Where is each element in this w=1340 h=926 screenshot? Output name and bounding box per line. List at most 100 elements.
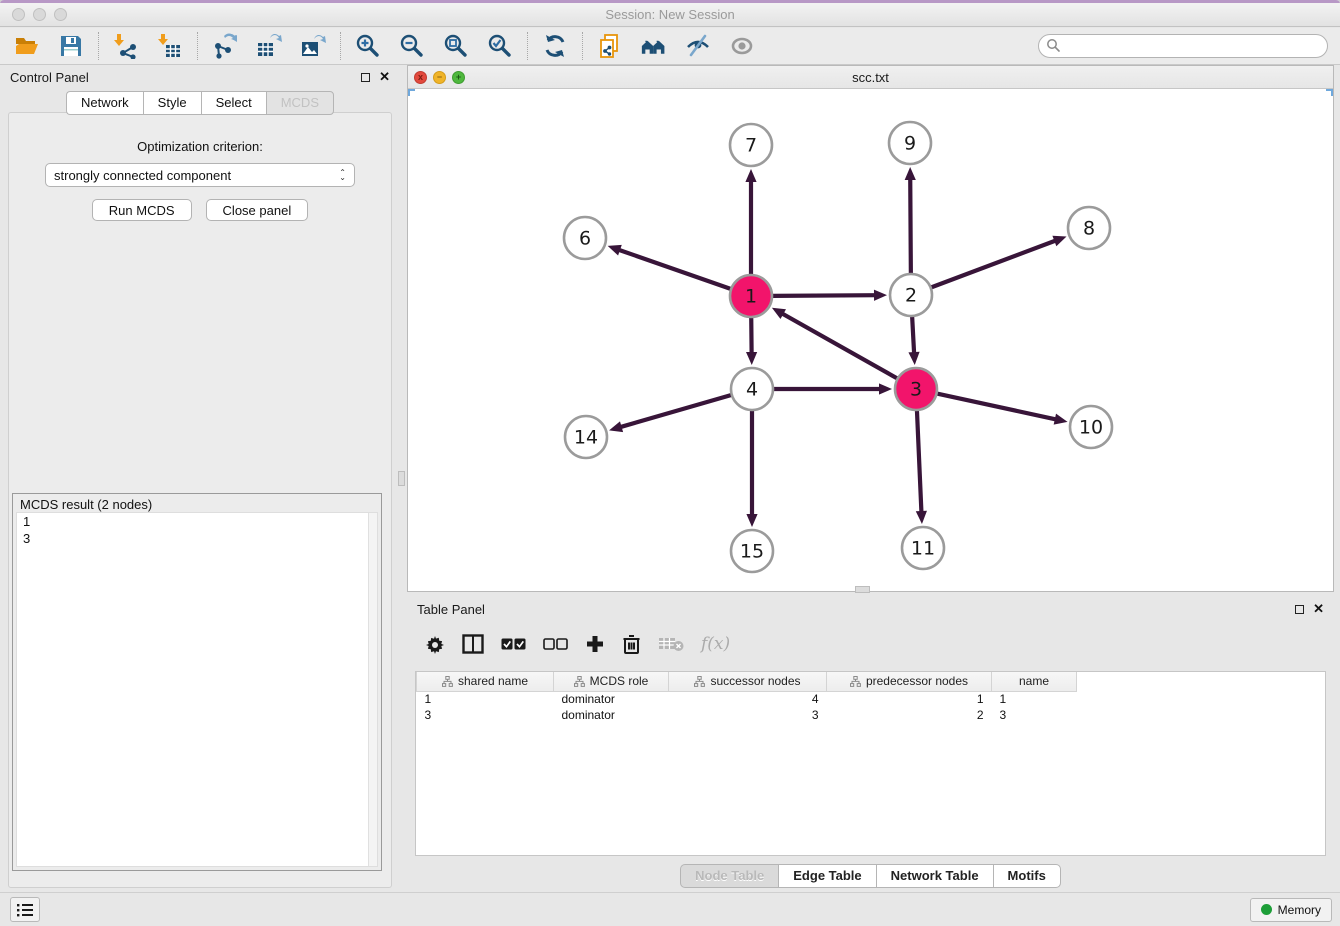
edge-arrowhead: [874, 290, 887, 301]
close-panel-button[interactable]: Close panel: [206, 199, 309, 221]
table-panel-tabs: Node TableEdge TableNetwork TableMotifs: [407, 864, 1334, 888]
criterion-dropdown-value: strongly connected component: [54, 168, 231, 183]
table-toolbar: f(x): [425, 627, 1334, 661]
export-image-icon[interactable]: [300, 33, 326, 59]
graph-edge-1-2[interactable]: [773, 295, 877, 296]
delete-table-icon[interactable]: [658, 636, 684, 652]
edge-arrowhead: [745, 169, 756, 182]
node-table[interactable]: shared nameMCDS rolesuccessor nodesprede…: [415, 671, 1326, 856]
float-panel-icon[interactable]: [1295, 605, 1304, 614]
apply-layout-icon[interactable]: [542, 33, 568, 59]
table-settings-icon[interactable]: [425, 634, 445, 654]
edge-arrowhead: [746, 352, 757, 365]
edge-arrowhead: [1054, 414, 1068, 425]
export-table-icon[interactable]: [256, 33, 282, 59]
tab-network[interactable]: Network: [66, 91, 143, 115]
hierarchy-icon: [850, 676, 861, 687]
open-session-icon[interactable]: [14, 33, 40, 59]
run-mcds-button[interactable]: Run MCDS: [92, 199, 192, 221]
delete-column-icon[interactable]: [622, 634, 641, 655]
table-row[interactable]: 3dominator323: [417, 707, 1077, 723]
import-table-icon[interactable]: [157, 33, 183, 59]
graph-edge-2-8[interactable]: [932, 240, 1058, 287]
focus-corner-icon: [408, 89, 415, 96]
search-icon: [1046, 38, 1061, 58]
toolbar-search: [1038, 34, 1328, 58]
show-all-icon[interactable]: [729, 33, 755, 59]
tab-mcds[interactable]: MCDS: [266, 91, 334, 115]
vertical-splitter-handle[interactable]: [398, 471, 405, 486]
memory-button[interactable]: Memory: [1250, 898, 1332, 922]
edge-arrowhead: [746, 514, 757, 527]
export-network-icon[interactable]: [212, 33, 238, 59]
node-label: 3: [910, 379, 922, 401]
tab-select[interactable]: Select: [201, 91, 266, 115]
tab-motifs[interactable]: Motifs: [993, 864, 1061, 888]
save-session-icon[interactable]: [58, 33, 84, 59]
table-row[interactable]: 1dominator411: [417, 691, 1077, 707]
column-header-name[interactable]: name: [992, 672, 1077, 691]
network-canvas[interactable]: 1234678910111415: [408, 89, 1333, 591]
main-toolbar: [0, 28, 1340, 65]
function-builder-icon[interactable]: f(x): [701, 634, 730, 654]
chevron-up-down-icon: ⌃⌄: [339, 170, 346, 180]
result-scrollbar[interactable]: [368, 513, 377, 866]
mcds-result-list[interactable]: 13: [16, 512, 378, 867]
task-history-button[interactable]: [10, 897, 40, 922]
graph-edge-1-6[interactable]: [617, 249, 730, 289]
search-input[interactable]: [1038, 34, 1328, 58]
column-header-shared-name[interactable]: shared name: [417, 672, 554, 691]
tab-edge-table[interactable]: Edge Table: [778, 864, 875, 888]
toggle-panes-icon[interactable]: [462, 634, 484, 654]
close-panel-icon[interactable]: ✕: [379, 72, 390, 82]
graph-edge-4-14[interactable]: [619, 395, 731, 427]
criterion-dropdown[interactable]: strongly connected component ⌃⌄: [45, 163, 355, 187]
tab-style[interactable]: Style: [143, 91, 201, 115]
network-frame-titlebar[interactable]: x − + scc.txt: [408, 66, 1333, 89]
add-column-icon[interactable]: [585, 634, 605, 654]
main-titlebar[interactable]: Session: New Session: [0, 3, 1340, 27]
zoom-selected-icon[interactable]: [487, 33, 513, 59]
edge-arrowhead: [879, 383, 892, 394]
deselect-all-checks-icon[interactable]: [543, 638, 568, 651]
tab-node-table[interactable]: Node Table: [680, 864, 778, 888]
mcds-result-group: MCDS result (2 nodes) 13: [12, 493, 382, 871]
hierarchy-icon: [574, 676, 585, 687]
node-label: 8: [1083, 218, 1095, 240]
first-neighbors-icon[interactable]: [641, 33, 667, 59]
column-header-successor-nodes[interactable]: successor nodes: [669, 672, 827, 691]
select-all-checks-icon[interactable]: [501, 638, 526, 651]
result-line: 3: [17, 530, 377, 547]
node-label: 2: [905, 285, 917, 307]
table-panel-titlebar: Table Panel ✕: [407, 597, 1334, 621]
zoom-out-icon[interactable]: [399, 33, 425, 59]
column-header-predecessor-nodes[interactable]: predecessor nodes: [827, 672, 992, 691]
hide-selected-icon[interactable]: [685, 33, 711, 59]
cytoscape-window: Session: New Session: [0, 0, 1340, 926]
import-network-icon[interactable]: [113, 33, 139, 59]
graph-edge-3-11[interactable]: [917, 411, 922, 514]
zoom-fit-icon[interactable]: [443, 33, 469, 59]
network-frame-title: scc.txt: [408, 70, 1333, 85]
graph-edge-3-1[interactable]: [781, 313, 897, 379]
graph-edge-2-9[interactable]: [910, 177, 911, 273]
table-panel: Table Panel ✕: [407, 597, 1334, 888]
network-graph[interactable]: 1234678910111415: [408, 89, 1333, 591]
clone-network-icon[interactable]: [597, 33, 623, 59]
status-bar: Memory: [0, 892, 1340, 926]
edge-arrowhead: [905, 167, 916, 180]
memory-label: Memory: [1278, 903, 1321, 917]
column-header-MCDS-role[interactable]: MCDS role: [554, 672, 669, 691]
graph-edge-3-10[interactable]: [937, 394, 1057, 420]
edge-arrowhead: [916, 511, 927, 524]
zoom-in-icon[interactable]: [355, 33, 381, 59]
optimization-criterion-label: Optimization criterion:: [9, 139, 391, 154]
horizontal-splitter-handle[interactable]: [855, 586, 870, 593]
mcds-panel: Optimization criterion: strongly connect…: [8, 112, 392, 888]
mcds-result-title: MCDS result (2 nodes): [17, 497, 155, 512]
close-panel-icon[interactable]: ✕: [1313, 604, 1324, 614]
graph-edge-2-3[interactable]: [912, 317, 914, 355]
node-label: 11: [911, 538, 935, 560]
tab-network-table[interactable]: Network Table: [876, 864, 993, 888]
float-panel-icon[interactable]: [361, 73, 370, 82]
